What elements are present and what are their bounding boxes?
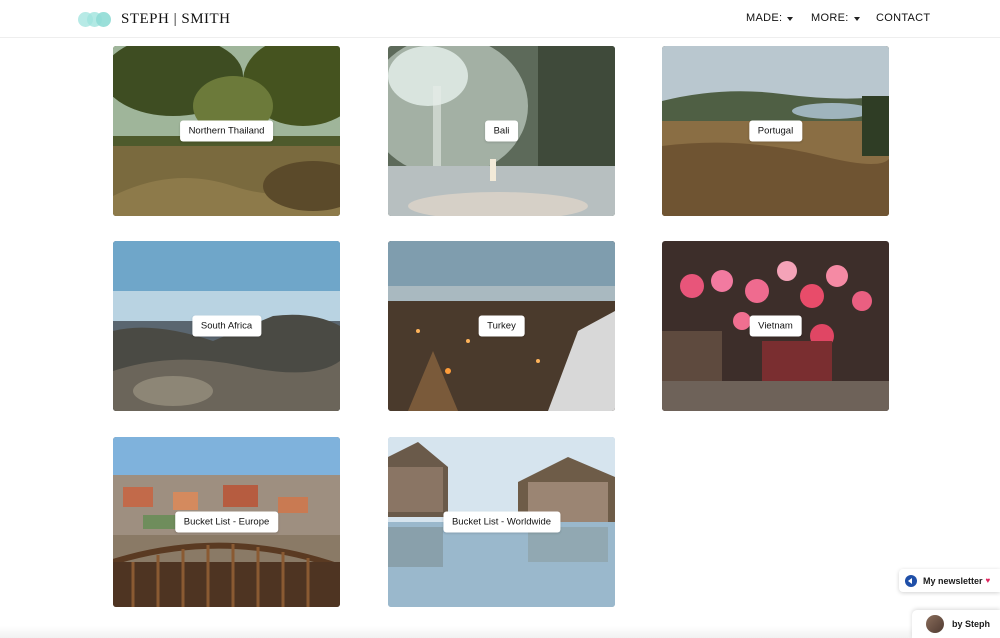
gallery-tile-bucket-list-worldwide[interactable]: Bucket List - Worldwide bbox=[388, 437, 615, 607]
arrow-left-icon bbox=[905, 574, 917, 587]
gallery-tile-portugal[interactable]: Portugal bbox=[662, 46, 889, 216]
footer-edge bbox=[0, 626, 912, 638]
nav-contact[interactable]: CONTACT bbox=[876, 12, 930, 24]
nav-contact-label: CONTACT bbox=[876, 12, 931, 24]
gallery-tile-northern-thailand[interactable]: Northern Thailand bbox=[113, 46, 340, 216]
nav-made[interactable]: MADE: bbox=[746, 12, 794, 24]
gallery-tile-bucket-list-europe[interactable]: Bucket List - Europe bbox=[113, 437, 340, 607]
tile-label: Turkey bbox=[478, 315, 525, 337]
nav-made-label: MADE: bbox=[746, 12, 783, 24]
logo-circles-icon bbox=[78, 11, 118, 27]
byline-label: by Steph bbox=[952, 619, 991, 629]
gallery-tile-bali[interactable]: Bali bbox=[388, 46, 615, 216]
chevron-down-icon bbox=[787, 16, 794, 21]
tile-label: Bucket List - Worldwide bbox=[442, 511, 561, 533]
tile-label: Northern Thailand bbox=[179, 120, 274, 142]
heart-icon: ♥ bbox=[985, 576, 991, 585]
newsletter-label: My newsletter bbox=[923, 575, 983, 586]
site-logo[interactable]: STEPH | SMITH bbox=[78, 9, 231, 29]
chevron-down-icon bbox=[853, 16, 860, 21]
tile-label: Portugal bbox=[748, 120, 803, 142]
site-header: STEPH | SMITH MADE: MORE: CONTACT bbox=[0, 0, 1000, 38]
gallery-tile-south-africa[interactable]: South Africa bbox=[113, 241, 340, 411]
avatar bbox=[926, 615, 944, 633]
nav-more-label: MORE: bbox=[811, 12, 849, 24]
tile-label: Bucket List - Europe bbox=[174, 511, 279, 533]
logo-text: STEPH | SMITH bbox=[121, 10, 231, 27]
nav-more[interactable]: MORE: bbox=[811, 12, 860, 24]
tile-label: Vietnam bbox=[749, 315, 802, 337]
tile-label: South Africa bbox=[191, 315, 262, 337]
byline-badge[interactable]: by Steph bbox=[912, 610, 1000, 638]
gallery-tile-turkey[interactable]: Turkey bbox=[388, 241, 615, 411]
newsletter-button[interactable]: My newsletter ♥ bbox=[899, 569, 1000, 592]
tile-label: Bali bbox=[484, 120, 519, 142]
gallery-tile-vietnam[interactable]: Vietnam bbox=[662, 241, 889, 411]
